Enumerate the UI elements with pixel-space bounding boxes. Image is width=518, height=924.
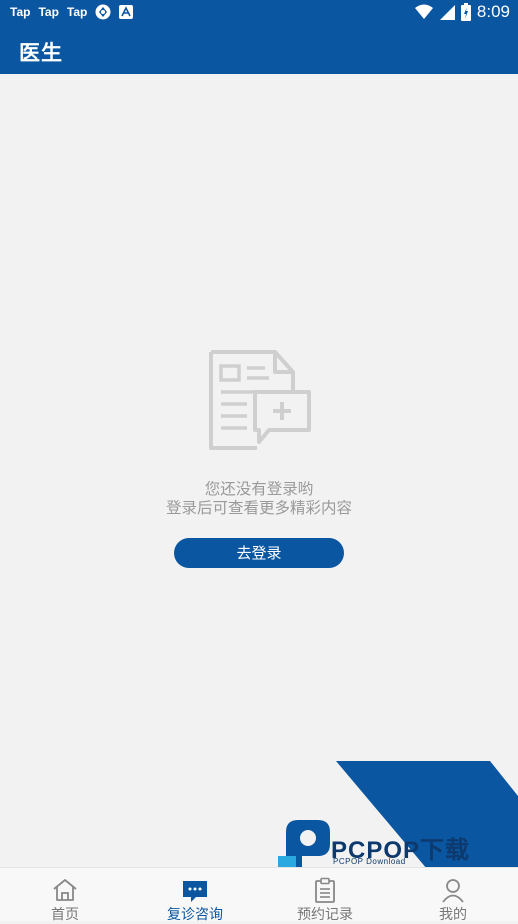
sync-icon — [95, 4, 111, 20]
watermark-subtext: PCPOP Download — [333, 857, 406, 866]
app-bar: 医生 — [0, 26, 518, 74]
wifi-icon — [414, 4, 433, 19]
notification-area: Tap Tap Tap — [10, 4, 134, 20]
notification-tap-2: Tap — [38, 5, 59, 19]
user-icon — [442, 879, 464, 903]
bottom-tab-bar: 首页 复诊咨询 预约记录 我的 — [0, 867, 518, 923]
tab-appointments[interactable]: 预约记录 — [260, 868, 390, 923]
notification-tap-3: Tap — [66, 5, 88, 19]
cell-signal-icon — [439, 5, 455, 20]
empty-submessage: 登录后可查看更多精彩内容 — [165, 499, 352, 517]
status-bar: Tap Tap Tap 8:09 — [0, 0, 518, 26]
clipboard-icon — [315, 877, 335, 903]
login-button[interactable]: 去登录 — [174, 538, 344, 568]
home-icon — [53, 879, 77, 901]
tab-profile[interactable]: 我的 — [388, 868, 518, 923]
tab-appointments-label: 预约记录 — [297, 907, 353, 923]
tab-consultation-label: 复诊咨询 — [167, 907, 223, 923]
app-store-icon — [119, 5, 134, 19]
chat-icon — [183, 881, 207, 902]
document-medical-icon — [209, 350, 311, 450]
system-indicators: 8:09 — [414, 2, 510, 22]
battery-icon — [460, 3, 471, 21]
tab-home-label: 首页 — [51, 907, 79, 923]
page-title: 医生 — [19, 41, 63, 65]
tab-consultation[interactable]: 复诊咨询 — [130, 868, 260, 923]
notification-tap-1: Tap — [10, 5, 31, 19]
clock: 8:09 — [476, 2, 510, 21]
tab-home[interactable]: 首页 — [0, 868, 130, 923]
tab-profile-label: 我的 — [439, 907, 467, 923]
